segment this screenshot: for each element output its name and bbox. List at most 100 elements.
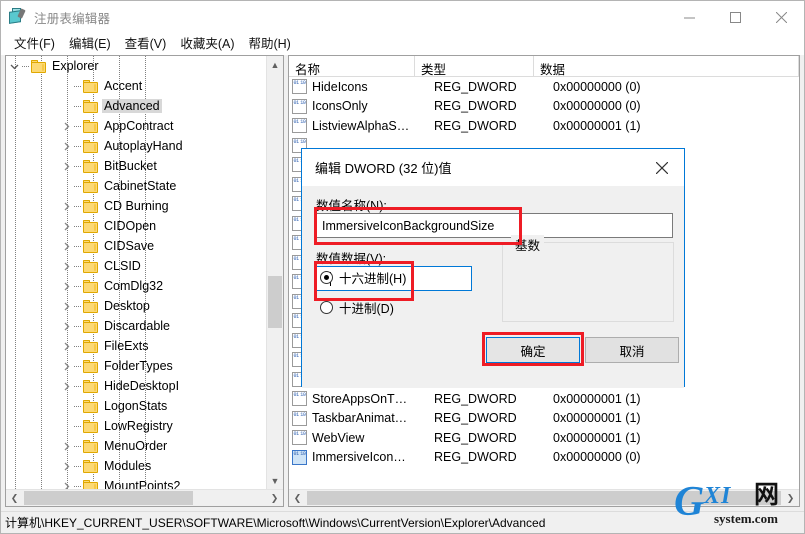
menu-item-4[interactable]: 帮助(H) [241,34,297,54]
radix-groupbox [502,242,674,322]
tree-node-autoplayhand[interactable]: AutoplayHand [6,136,266,156]
registry-tree[interactable]: Explorer Accent Advanced AppContract Autopla… [6,56,266,489]
table-row[interactable]: StoreAppsOnT… REG_DWORD 0x00000001 (1) [289,389,799,409]
tree-node-label: CD Burning [104,199,169,213]
tree-hscroll-right-icon[interactable]: ❯ [266,490,283,506]
tree-node-label: AppContract [104,119,174,133]
folder-icon [83,299,98,313]
chevron-right-icon[interactable] [58,256,74,276]
tree-scroll-thumb[interactable] [268,276,282,328]
table-row[interactable]: TaskbarAnimat… REG_DWORD 0x00000001 (1) [289,409,799,429]
radio-decimal[interactable]: 十进制(D) [320,298,394,317]
tree-node-foldertypes[interactable]: FolderTypes [6,356,266,376]
tree-node-leaf-spacer [58,76,74,96]
tree-node-label: Modules [104,459,152,473]
tree-node-lowregistry[interactable]: LowRegistry [6,416,266,436]
tree-scroll-down-icon[interactable]: ▼ [267,472,283,489]
tree-horizontal-scrollbar[interactable]: ❮ ❯ [6,489,283,506]
tree-node-label: CIDSave [104,239,155,253]
tree-connector-line [74,265,82,267]
tree-node-hidedesktopi[interactable]: HideDesktopI [6,376,266,396]
menu-item-0[interactable]: 文件(F) [7,34,62,54]
ok-button[interactable]: 确定 [486,337,580,363]
tree-connector-line [74,385,82,387]
tree-node-logonstats[interactable]: LogonStats [6,396,266,416]
chevron-right-icon[interactable] [58,156,74,176]
tree-node-menuorder[interactable]: MenuOrder [6,436,266,456]
tree-connector-line [74,245,82,247]
dialog-close-icon[interactable] [640,149,684,186]
tree-scroll-up-icon[interactable]: ▲ [267,56,283,73]
table-row[interactable]: HideIcons REG_DWORD 0x00000000 (0) [289,77,799,97]
folder-icon [83,459,98,473]
table-row[interactable]: ListviewAlphaS… REG_DWORD 0x00000001 (1) [289,116,799,136]
tree-node-label: CabinetState [104,179,177,193]
chevron-right-icon[interactable] [58,356,74,376]
tree-node-explorer[interactable]: Explorer [6,56,266,76]
chevron-right-icon[interactable] [58,236,74,256]
tree-node-fileexts[interactable]: FileExts [6,336,266,356]
tree-node-label: LowRegistry [104,419,173,433]
tree-vertical-scrollbar[interactable]: ▲ ▼ [266,56,283,489]
folder-icon [83,319,98,333]
tree-node-accent[interactable]: Accent [6,76,266,96]
table-row[interactable]: ImmersiveIcon… REG_DWORD 0x00000000 (0) [289,448,799,468]
chevron-right-icon[interactable] [58,336,74,356]
column-header-name[interactable]: 名称 [289,56,415,77]
tree-node-discardable[interactable]: Discardable [6,316,266,336]
chevron-down-icon[interactable] [6,56,22,76]
tree-node-clsid[interactable]: CLSID [6,256,266,276]
tree-node-comdlg32[interactable]: ComDlg32 [6,276,266,296]
tree-node-modules[interactable]: Modules [6,456,266,476]
value-data-label: 数值数据(V): [316,252,387,266]
menu-item-2[interactable]: 查看(V) [118,34,174,54]
tree-node-cabinetstate[interactable]: CabinetState [6,176,266,196]
chevron-right-icon[interactable] [58,116,74,136]
chevron-right-icon[interactable] [58,216,74,236]
tree-connector-line [74,365,82,367]
tree-node-mountpoints2[interactable]: MountPoints2 [6,476,266,489]
table-row[interactable]: IconsOnly REG_DWORD 0x00000000 (0) [289,97,799,117]
chevron-right-icon[interactable] [58,376,74,396]
tree-node-cd-burning[interactable]: CD Burning [6,196,266,216]
tree-node-label: HideDesktopI [104,379,180,393]
radix-legend: 基数 [511,235,545,254]
chevron-right-icon[interactable] [58,456,74,476]
tree-node-bitbucket[interactable]: BitBucket [6,156,266,176]
chevron-right-icon[interactable] [58,296,74,316]
edit-dword-dialog: 编辑 DWORD (32 位)值 数值名称(N): ImmersiveIconB… [301,148,685,388]
radio-hexadecimal[interactable]: 十六进制(H) [320,268,406,287]
tree-node-cidopen[interactable]: CIDOpen [6,216,266,236]
close-button[interactable] [758,1,804,33]
dialog-body: 数值名称(N): ImmersiveIconBackgroundSize 数值数… [302,186,684,388]
table-row[interactable]: WebView REG_DWORD 0x00000001 (1) [289,428,799,448]
registry-editor-window: 注册表编辑器 文件(F) 编辑(E) 查看(V) 收藏夹(A) 帮助(H) Explor… [0,0,805,534]
tree-node-label: Explorer [52,59,99,73]
tree-node-appcontract[interactable]: AppContract [6,116,266,136]
cell-data: 0x00000001 (1) [553,118,641,133]
chevron-right-icon[interactable] [58,196,74,216]
chevron-right-icon[interactable] [58,276,74,296]
cancel-button[interactable]: 取消 [585,337,679,363]
tree-connector-line [74,225,82,227]
chevron-right-icon[interactable] [58,436,74,456]
list-hscroll-left-icon[interactable]: ❮ [289,490,306,506]
value-name-input[interactable]: ImmersiveIconBackgroundSize [316,213,673,238]
chevron-right-icon[interactable] [58,136,74,156]
folder-icon [83,259,98,273]
tree-hscroll-left-icon[interactable]: ❮ [6,490,23,506]
tree-node-cidsave[interactable]: CIDSave [6,236,266,256]
column-header-type[interactable]: 类型 [415,56,534,77]
tree-node-desktop[interactable]: Desktop [6,296,266,316]
maximize-button[interactable] [712,1,758,33]
chevron-right-icon[interactable] [58,476,74,489]
column-header-data[interactable]: 数据 [534,56,799,77]
menu-item-3[interactable]: 收藏夹(A) [173,34,241,54]
tree-node-advanced[interactable]: Advanced [6,96,266,116]
menu-item-1[interactable]: 编辑(E) [62,34,118,54]
tree-hscroll-thumb[interactable] [24,491,193,505]
cell-name: TaskbarAnimat… [312,411,408,426]
tree-connector-line [74,165,82,167]
chevron-right-icon[interactable] [58,316,74,336]
minimize-button[interactable] [666,1,712,33]
